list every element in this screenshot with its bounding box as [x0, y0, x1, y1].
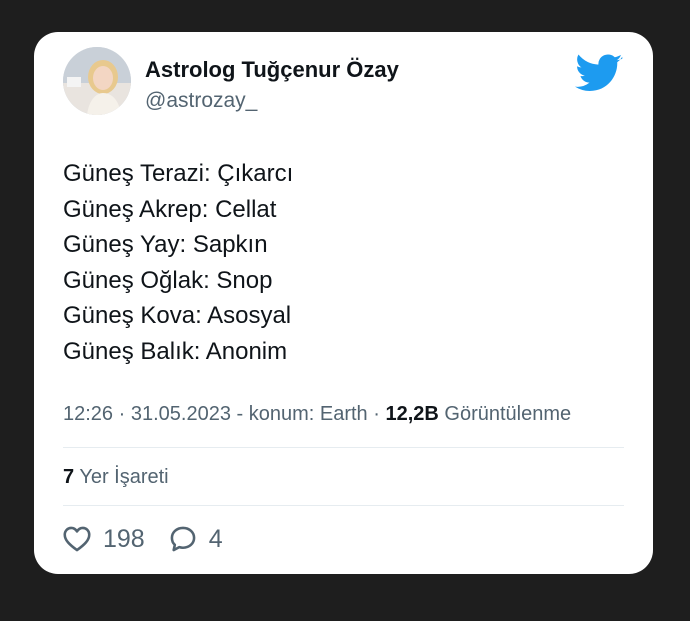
twitter-bird-icon[interactable]: [575, 54, 623, 94]
bookmarks-label: Yer İşareti: [74, 466, 169, 488]
views-label[interactable]: Görüntülenme: [439, 403, 571, 425]
author-name[interactable]: Astrolog Tuğçenur Özay: [145, 57, 399, 83]
reply-count: 4: [208, 524, 223, 553]
reply-icon: [170, 526, 196, 552]
tweet-line: Güneş Balık: Anonim: [63, 337, 288, 365]
tweet-meta: 12:26 · 31.05.2023 - konum: Earth · 12,2…: [63, 403, 571, 426]
tweet-line: Güneş Oğlak: Snop: [63, 266, 273, 294]
tweet-text: Güneş Terazi: Çıkarcı Güneş Akrep: Cella…: [63, 156, 623, 370]
meta-separator: ·: [113, 403, 131, 425]
heart-icon: [63, 526, 91, 552]
tweet-line: Güneş Yay: Sapkın: [63, 231, 268, 259]
tweet-line: Güneş Terazi: Çıkarcı: [63, 160, 294, 187]
tweet-actions: 198 4: [63, 522, 247, 556]
like-button[interactable]: 198: [63, 525, 145, 554]
meta-separator: ·: [367, 403, 386, 425]
author-handle[interactable]: @astrozay_: [145, 89, 257, 113]
tweet-card: Astrolog Tuğçenur Özay @astrozay_ Güneş …: [34, 32, 653, 574]
divider: [63, 447, 624, 448]
avatar-image: [63, 47, 131, 115]
tweet-location: - konum: Earth: [230, 403, 368, 425]
reply-button[interactable]: 4: [169, 525, 223, 554]
bookmarks-count: 7: [63, 466, 75, 488]
like-count: 198: [103, 524, 145, 553]
tweet-time[interactable]: 12:26: [63, 403, 113, 425]
tweet-date[interactable]: 31.05.2023: [131, 403, 231, 425]
views-count[interactable]: 12,2B: [385, 403, 438, 425]
divider: [63, 505, 624, 506]
bookmarks-stat[interactable]: 7 Yer İşareti: [63, 466, 169, 489]
avatar[interactable]: [63, 47, 131, 115]
tweet-line: Güneş Kova: Asosyal: [63, 302, 292, 330]
tweet-line: Güneş Akrep: Cellat: [63, 195, 277, 223]
